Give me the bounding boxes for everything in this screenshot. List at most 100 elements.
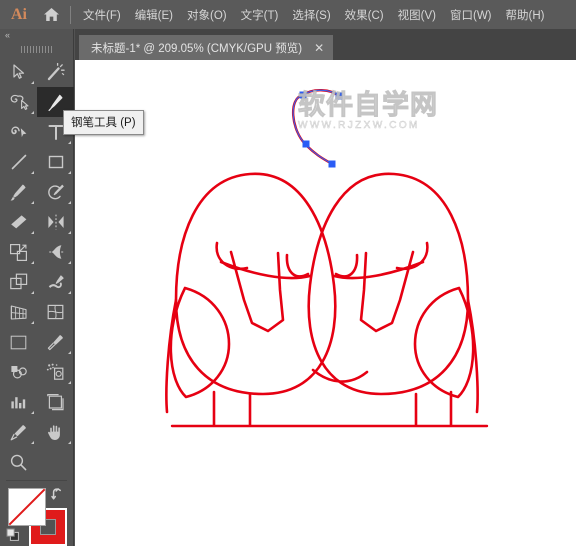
menu-help[interactable]: 帮助(H) [499,3,552,27]
blend-icon [10,366,27,379]
shaper-icon [48,184,64,199]
tool-flyout-indicator [68,141,71,144]
menu-bar: Ai 文件(F) 编辑(E) 对象(O) 文字(T) 选择(S) 效果(C) 视… [0,0,576,29]
tool-slice[interactable] [0,417,37,447]
artwork-vector [165,89,489,428]
tool-flyout-indicator [31,171,34,174]
menu-object[interactable]: 对象(O) [180,3,234,27]
tool-flyout-indicator [31,291,34,294]
left-bird-wing [169,286,231,399]
tool-artboard[interactable] [37,387,74,417]
magic-wand-icon [47,63,65,81]
tool-rectangle[interactable] [37,147,74,177]
default-fill-stroke-button[interactable] [6,528,20,546]
tool-flyout-indicator [68,231,71,234]
home-icon [43,8,59,21]
tool-flyout-indicator [31,231,34,234]
width-tool-icon [48,245,64,259]
anchor-point [328,160,336,168]
belly-curve [311,368,369,383]
column-graph-icon [11,396,26,408]
tool-gradient[interactable] [0,327,37,357]
anchor-point [302,140,310,148]
tool-mesh[interactable] [37,297,74,327]
tool-flyout-indicator [68,261,71,264]
tool-selection[interactable] [0,57,37,87]
tool-column-graph[interactable] [0,387,37,417]
tool-lasso[interactable] [0,87,37,117]
tool-eyedropper[interactable] [37,327,74,357]
menu-window[interactable]: 窗口(W) [443,3,499,27]
right-bird-wing [413,286,475,399]
tool-zoom[interactable] [0,447,37,477]
tool-symbol-sprayer[interactable] [37,357,74,387]
top-curve-red-stroke [291,93,334,166]
right-bird-eye-left [334,253,359,278]
scale-icon [10,243,27,261]
tool-blend[interactable] [0,357,37,387]
menu-type[interactable]: 文字(T) [234,3,286,27]
right-bird-beak [359,250,415,333]
document-tab[interactable]: 未标题-1* @ 209.05% (CMYK/GPU 预览) ✕ [79,35,334,60]
tool-width[interactable] [37,237,74,267]
tool-magic-wand[interactable] [37,57,74,87]
two-birds-line-drawing [165,172,489,428]
tool-shape-builder[interactable] [37,267,74,297]
eraser-icon [10,215,26,229]
artboard-canvas[interactable] [75,60,576,546]
document-tab-bar: 未标题-1* @ 209.05% (CMYK/GPU 预览) ✕ [75,29,576,60]
tool-flyout-indicator [31,261,34,264]
reflect-icon [47,214,64,230]
tool-flyout-indicator [68,351,71,354]
swap-arrow-icon [51,488,61,500]
tool-curvature[interactable] [0,117,37,147]
menu-divider [70,5,71,24]
tool-hand[interactable] [37,417,74,447]
tool-flyout-indicator [68,201,71,204]
menu-effect[interactable]: 效果(C) [338,3,391,27]
tool-eraser[interactable] [0,207,37,237]
toolbar-divider [6,480,67,481]
left-bird-eye-right [285,253,310,278]
anchor-point [299,91,307,99]
symbol-sprayer-icon [46,363,64,380]
tool-free-transform[interactable] [0,267,37,297]
tool-rotate[interactable] [37,207,74,237]
swap-fill-stroke-button[interactable] [50,486,66,507]
tool-scale[interactable] [0,237,37,267]
lasso-icon [10,94,29,110]
selected-path-group [291,89,341,166]
tool-shaper[interactable] [37,177,74,207]
eyedropper-icon [47,334,63,350]
pen-icon [48,94,63,111]
tool-perspective-grid[interactable] [0,297,37,327]
home-button[interactable] [34,7,68,22]
tool-flyout-indicator [31,441,34,444]
collapse-panel-button[interactable]: « [0,29,73,42]
tool-flyout-indicator [31,81,34,84]
zoom-magnifier-icon [10,454,27,470]
perspective-grid-icon [10,305,27,320]
line-segment-icon [11,154,26,170]
menu-file[interactable]: 文件(F) [76,3,128,27]
menu-select[interactable]: 选择(S) [285,3,337,27]
tool-flyout-indicator [31,321,34,324]
tool-flyout-indicator [31,111,34,114]
tool-line-segment[interactable] [0,147,37,177]
panel-grip-handle[interactable] [0,42,73,57]
tool-paintbrush[interactable] [0,177,37,207]
left-bird-beak [229,250,285,333]
menu-view[interactable]: 视图(V) [391,3,443,27]
default-colors-icon [6,528,19,541]
menu-edit[interactable]: 编辑(E) [128,3,180,27]
document-tab-title: 未标题-1* @ 209.05% (CMYK/GPU 预览) [91,42,303,55]
slice-icon [10,424,26,440]
fill-color-swatch[interactable] [8,488,46,526]
tool-flyout-indicator [68,441,71,444]
none-slash-indicator [8,488,46,526]
pen-tool-tooltip: 钢笔工具 (P) [63,110,144,135]
tool-flyout-indicator [31,411,34,414]
tool-flyout-indicator [68,171,71,174]
close-icon[interactable]: ✕ [314,42,324,54]
tool-flyout-indicator [31,201,34,204]
